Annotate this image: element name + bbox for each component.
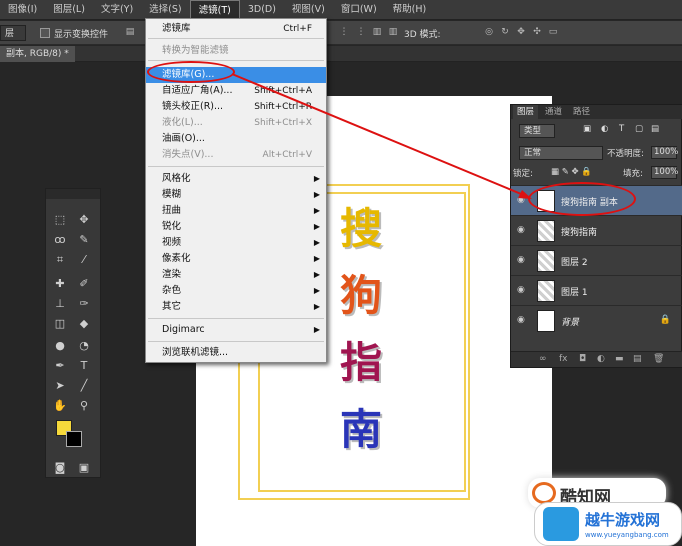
watermark-url: www.yueyangbang.com [585, 531, 669, 539]
photoshop-window: 图像(I) 图层(L) 文字(Y) 选择(S) 滤镜(T) 3D(D) 视图(V… [0, 0, 682, 546]
watermark-brand: 越牛游戏网 [585, 511, 661, 529]
watermark-logo-2: 越牛游戏网 www.yueyangbang.com [534, 502, 682, 546]
brand-logo-icon [532, 482, 556, 504]
annotation-arrow [231, 73, 532, 199]
brand-logo-icon [543, 507, 579, 541]
